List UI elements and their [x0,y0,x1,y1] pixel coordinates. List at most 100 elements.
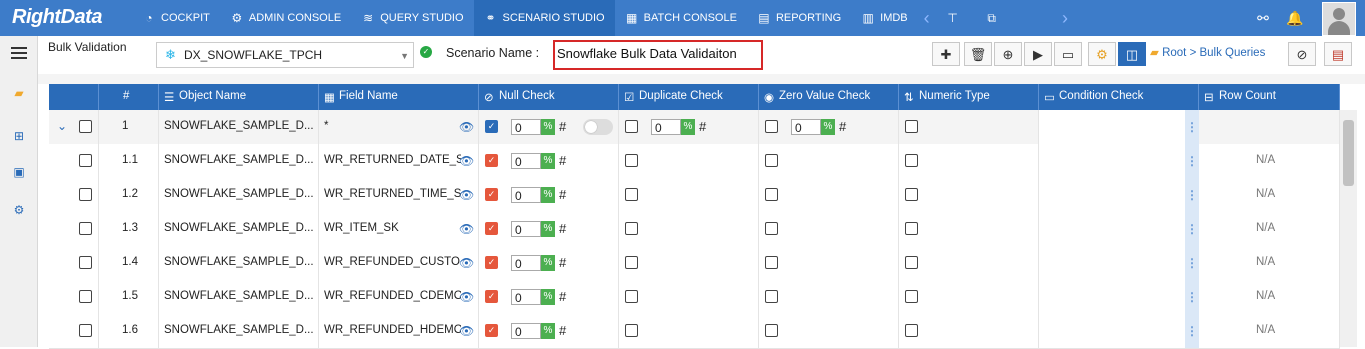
duplicate-check-checkbox[interactable] [625,222,638,235]
condition-check-cell[interactable]: ⋮ [1039,178,1199,212]
condition-check-cell[interactable]: ⋮ [1039,110,1199,144]
header-null-check[interactable]: ⊘ Null Check [479,84,619,110]
header-duplicate-check[interactable]: ☑ Duplicate Check [619,84,759,110]
condition-check-cell[interactable]: ⋮ [1039,144,1199,178]
table-row[interactable]: 1.5 SNOWFLAKE_SAMPLE_D... WR_REFUNDED_CDEM… [49,280,1340,315]
row-select-checkbox[interactable] [79,324,92,337]
report-view-button[interactable]: ▤ [1324,42,1352,66]
row-select-checkbox[interactable] [79,290,92,303]
row-select-checkbox[interactable] [79,222,92,235]
eye-icon[interactable]: 👁 [459,188,474,202]
percent-toggle[interactable]: % [541,187,555,203]
null-check-checkbox[interactable]: ✓ [485,120,498,133]
null-threshold-input[interactable]: 0 [511,119,541,135]
null-check-checkbox[interactable]: ✓ [485,324,498,337]
bell-icon[interactable]: 🔔 [1286,9,1304,27]
breadcrumb-leaf[interactable]: Bulk Queries [1199,47,1265,59]
zero-value-check-checkbox[interactable] [765,256,778,269]
table-row[interactable]: 1.4 SNOWFLAKE_SAMPLE_D... WR_REFUNDED_CUST… [49,246,1340,281]
header-row-count[interactable]: ⊟ Row Count [1199,84,1340,110]
numeric-type-checkbox[interactable] [905,256,918,269]
monitor-icon[interactable]: ▣ [9,162,29,182]
eye-icon[interactable]: 👁 [459,324,474,338]
null-threshold-input[interactable]: 0 [511,153,541,169]
link-icon[interactable]: ⚯ [1254,9,1272,27]
nav-reporting[interactable]: ▤ REPORTING [747,0,851,36]
table-row[interactable]: 1.6 SNOWFLAKE_SAMPLE_D... WR_REFUNDED_HDEM… [49,314,1340,349]
settings-scenario-icon[interactable]: ⚙ [9,200,29,220]
hash-toggle[interactable]: # [559,187,566,202]
duplicate-check-checkbox[interactable] [625,290,638,303]
null-threshold-input[interactable]: 0 [511,255,541,271]
percent-toggle[interactable]: % [541,153,555,169]
zero-threshold-input[interactable]: 0 [791,119,821,135]
add-button[interactable]: ✚ [932,42,960,66]
zero-value-check-checkbox[interactable] [765,120,778,133]
null-threshold-input[interactable]: 0 [511,289,541,305]
delete-button[interactable]: 🗑 [964,42,992,66]
nav-cockpit[interactable]: ◔ COCKPIT [132,0,220,36]
condition-menu-handle[interactable]: ⋮ [1185,110,1199,144]
null-threshold-input[interactable]: 0 [511,323,541,339]
header-zero-value-check[interactable]: ◉ Zero Value Check [759,84,899,110]
duplicate-check-checkbox[interactable] [625,120,638,133]
nav-scenario-studio[interactable]: ⚭ SCENARIO STUDIO [473,0,615,36]
row-select-checkbox[interactable] [79,154,92,167]
duplicate-check-checkbox[interactable] [625,188,638,201]
layout-toggle-button[interactable]: ◫ [1118,42,1146,66]
null-threshold-input[interactable]: 0 [511,187,541,203]
numeric-type-checkbox[interactable] [905,120,918,133]
condition-menu-handle[interactable]: ⋮ [1185,246,1199,280]
header-field-name[interactable]: ▦ Field Name [319,84,479,110]
condition-menu-handle[interactable]: ⋮ [1185,314,1199,348]
percent-toggle[interactable]: % [541,221,555,237]
duplicate-check-checkbox[interactable] [625,154,638,167]
numeric-type-checkbox[interactable] [905,324,918,337]
compass-button[interactable]: ⊘ [1288,42,1316,66]
hash-toggle[interactable]: # [839,119,846,134]
eye-icon[interactable]: 👁 [459,256,474,270]
save-button[interactable]: ▭ [1054,42,1082,66]
numeric-type-checkbox[interactable] [905,154,918,167]
null-check-checkbox[interactable]: ✓ [485,290,498,303]
null-check-checkbox[interactable]: ✓ [485,222,498,235]
hash-toggle[interactable]: # [559,221,566,236]
settings-button[interactable]: ⚙ [1088,42,1116,66]
null-check-checkbox[interactable]: ✓ [485,256,498,269]
zero-value-check-checkbox[interactable] [765,154,778,167]
condition-check-cell[interactable]: ⋮ [1039,212,1199,246]
eye-icon[interactable]: 👁 [459,120,474,134]
condition-menu-handle[interactable]: ⋮ [1185,280,1199,314]
table-row[interactable]: 1.3 SNOWFLAKE_SAMPLE_D... WR_ITEM_SK 👁 ✓ 0% # ⋮… [49,212,1340,247]
breadcrumb-root[interactable]: Root [1162,47,1186,59]
condition-check-cell[interactable]: ⋮ [1039,246,1199,280]
nav-query-studio[interactable]: ≋ QUERY STUDIO [351,0,473,36]
vertical-scrollbar[interactable] [1340,110,1357,347]
zero-value-check-checkbox[interactable] [765,222,778,235]
run-button[interactable]: ▶ [1024,42,1052,66]
duplicate-check-checkbox[interactable] [625,324,638,337]
folder-tree-icon[interactable]: ▰ [9,83,29,103]
nav-admin-console[interactable]: ⚙ ADMIN CONSOLE [220,0,351,36]
condition-menu-handle[interactable]: ⋮ [1185,178,1199,212]
condition-check-cell[interactable]: ⋮ [1039,280,1199,314]
add-scenario-icon[interactable]: ⊞ [9,126,29,146]
condition-menu-handle[interactable]: ⋮ [1185,144,1199,178]
header-num[interactable]: # [99,84,159,110]
zero-value-check-checkbox[interactable] [765,188,778,201]
hash-toggle[interactable]: # [699,119,706,134]
nav-extra-1[interactable]: ⊤ [936,0,975,36]
connection-select[interactable]: ❄ DX_SNOWFLAKE_TPCH ▼ [156,42,414,68]
duplicate-threshold-input[interactable]: 0 [651,119,681,135]
hash-toggle[interactable]: # [559,323,566,338]
add-row-button[interactable]: ⊕ [994,42,1022,66]
condition-check-cell[interactable]: ⋮ [1039,314,1199,348]
null-check-checkbox[interactable]: ✓ [485,154,498,167]
numeric-type-checkbox[interactable] [905,290,918,303]
header-object-name[interactable]: ☰ Object Name [159,84,319,110]
table-row[interactable]: 1.2 SNOWFLAKE_SAMPLE_D... WR_RETURNED_TIME… [49,178,1340,213]
nav-next-arrow-icon[interactable]: › [1056,0,1074,36]
zero-value-check-checkbox[interactable] [765,324,778,337]
null-check-checkbox[interactable]: ✓ [485,188,498,201]
scrollbar-thumb[interactable] [1343,120,1354,186]
